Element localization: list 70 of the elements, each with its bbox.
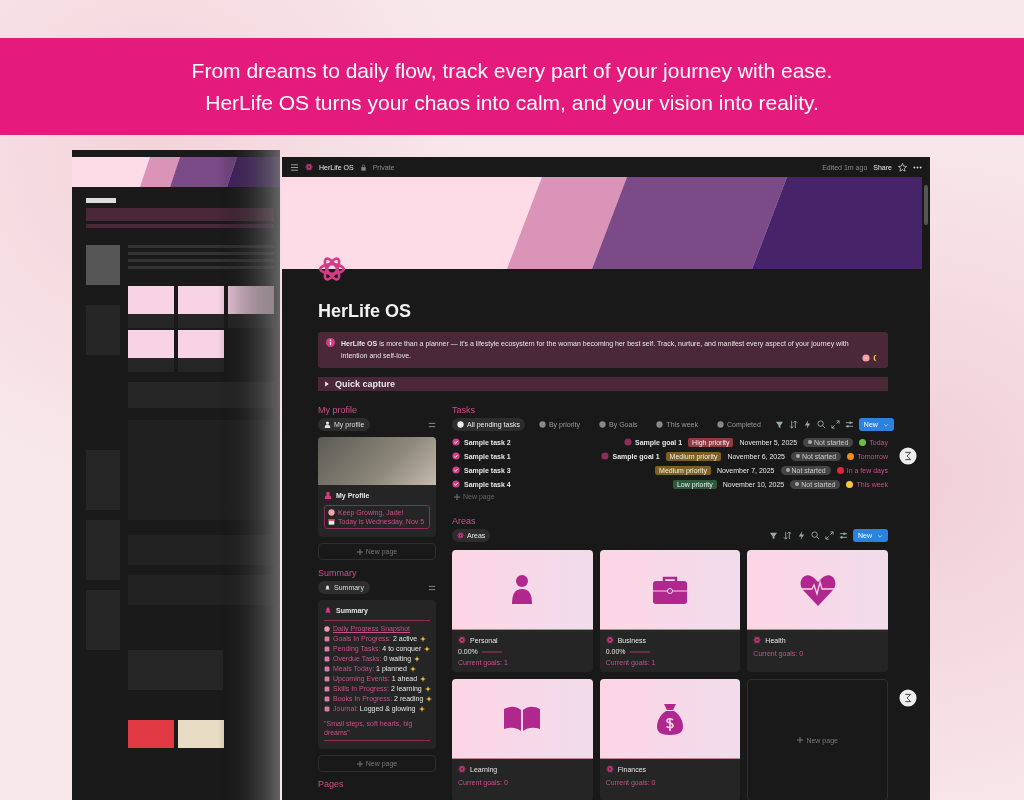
check-circle-icon	[452, 438, 460, 446]
page-atom-icon	[318, 255, 346, 283]
person-icon	[324, 491, 332, 499]
lightning-icon	[797, 531, 806, 540]
section-heading: My profile	[318, 405, 358, 415]
sliders-icon	[839, 531, 848, 540]
headline-text: HerLife OS turns your chaos into calm, and your vision into reality.	[205, 89, 819, 116]
goal-icon	[601, 452, 610, 460]
view-icon	[457, 421, 464, 428]
search-icon	[816, 420, 826, 429]
sliders-icon	[844, 420, 854, 429]
filter-icon	[774, 420, 784, 429]
briefcase-icon	[653, 575, 687, 604]
expand-icon	[825, 531, 834, 540]
filter-icon	[769, 531, 778, 540]
person-icon	[510, 573, 535, 606]
plus-icon	[356, 548, 363, 555]
flower-icon	[328, 509, 335, 516]
check-circle-icon	[452, 480, 460, 488]
area-icon	[753, 636, 762, 644]
money-bag-icon	[657, 702, 683, 735]
page-icon	[305, 163, 313, 171]
section-heading: Areas	[452, 516, 477, 526]
goal-icon	[624, 438, 633, 446]
star-icon	[898, 162, 907, 172]
bell-icon	[324, 584, 331, 591]
view-icon	[457, 532, 464, 539]
bell-icon	[324, 606, 332, 614]
person-icon	[324, 421, 331, 428]
flower-icon	[324, 625, 330, 632]
flower-icon	[862, 354, 870, 362]
area-icon	[458, 765, 466, 773]
info-icon	[326, 338, 335, 347]
sliders-icon	[428, 583, 436, 592]
area-icon	[605, 765, 614, 773]
headline-text: From dreams to daily flow, track every part of your journey with ease.	[191, 57, 833, 84]
quick-capture-toggle[interactable]: Quick capture	[318, 377, 888, 391]
chevron-icon	[877, 532, 883, 539]
calendar-icon	[328, 518, 335, 525]
scrollbar[interactable]	[924, 185, 928, 225]
lightning-icon	[802, 420, 812, 429]
area-icon	[605, 636, 614, 644]
heartbeat-icon	[799, 573, 836, 606]
triangle-icon	[324, 381, 330, 387]
plus-icon	[356, 760, 363, 767]
circle-icon[interactable]	[899, 689, 917, 707]
view-icon	[716, 421, 724, 428]
summary-card[interactable]	[318, 600, 436, 749]
open-book-icon	[503, 705, 542, 732]
menu-icon	[290, 162, 299, 172]
search-icon	[811, 531, 820, 540]
circle-icon[interactable]	[899, 447, 917, 465]
section-heading: Summary	[318, 568, 358, 578]
page-title: HerLife OS	[318, 301, 413, 322]
section-heading: Tasks	[452, 405, 476, 415]
view-icon	[656, 421, 664, 428]
sliders-icon	[428, 420, 436, 429]
lock-icon	[359, 163, 367, 171]
view-icon	[538, 421, 546, 428]
plus-icon	[797, 737, 804, 743]
view-icon	[599, 421, 607, 428]
expand-icon	[830, 420, 840, 429]
sort-icon	[783, 531, 792, 540]
area-icon	[458, 636, 466, 644]
plus-icon	[454, 493, 460, 500]
sort-icon	[788, 420, 798, 429]
chevron-icon	[882, 421, 889, 428]
check-circle-icon	[452, 452, 460, 460]
section-heading: Pages	[318, 779, 345, 789]
check-circle-icon	[452, 466, 460, 474]
